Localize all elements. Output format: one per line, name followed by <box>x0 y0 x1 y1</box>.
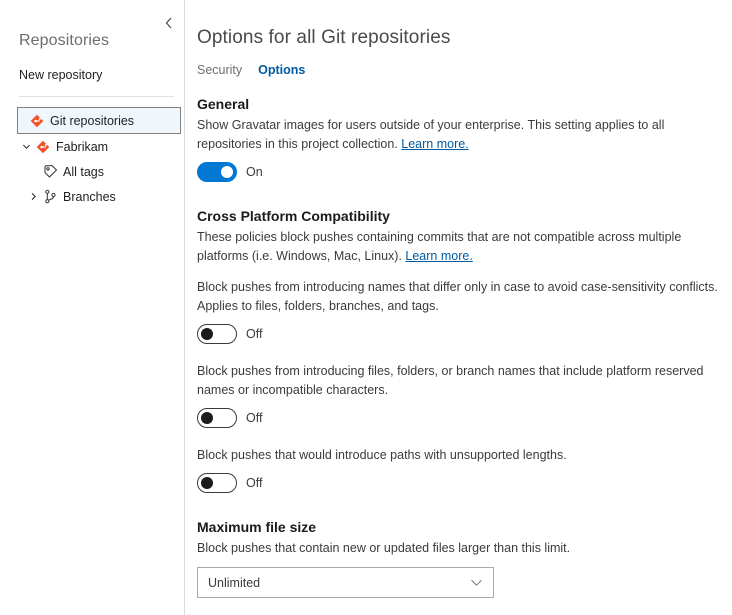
spacer <box>197 344 720 362</box>
chevron-right-icon[interactable] <box>26 192 40 201</box>
sidebar-item-label: Branches <box>60 190 116 204</box>
sidebar: Repositories New repository Git reposito… <box>0 0 185 615</box>
sidebar-item-label: Fabrikam <box>53 140 108 154</box>
cross-platform-description: These policies block pushes containing c… <box>197 228 719 266</box>
main-content: Options for all Git repositories Securit… <box>185 0 732 615</box>
general-learn-more-link[interactable]: Learn more. <box>401 137 468 151</box>
max-file-size-select-value: Unlimited <box>208 576 260 590</box>
policy-reserved-names-toggle-row: Off <box>197 408 720 428</box>
gravatar-toggle-row: On <box>197 162 720 182</box>
general-description: Show Gravatar images for users outside o… <box>197 116 719 154</box>
new-repository-link[interactable]: New repository <box>0 50 184 82</box>
section-heading-max-file-size: Maximum file size <box>197 519 720 535</box>
max-file-size-description: Block pushes that contain new or updated… <box>197 539 719 558</box>
toggle-knob <box>201 328 213 340</box>
git-repo-diamond-icon <box>33 140 53 154</box>
options-panel: General Show Gravatar images for users o… <box>185 79 732 598</box>
sidebar-item-all-tags[interactable]: All tags <box>0 159 184 184</box>
cross-platform-learn-more-link[interactable]: Learn more. <box>405 249 472 263</box>
spacer <box>197 266 720 278</box>
git-repo-diamond-icon <box>27 114 47 128</box>
max-file-size-select[interactable]: Unlimited <box>197 567 494 598</box>
policy-case-sensitivity-toggle[interactable] <box>197 324 237 344</box>
chevron-down-icon[interactable] <box>470 578 483 587</box>
policy-path-length-toggle-label: Off <box>246 476 262 490</box>
sidebar-title: Repositories <box>0 0 184 50</box>
section-heading-general: General <box>197 96 720 112</box>
sidebar-item-git-repositories[interactable]: Git repositories <box>17 107 181 134</box>
tab-bar: Security Options <box>185 49 732 79</box>
repository-tree: Git repositories Fabrikam <box>0 107 184 209</box>
policy-reserved-names-toggle[interactable] <box>197 408 237 428</box>
tab-security[interactable]: Security <box>197 63 242 79</box>
gravatar-toggle-label: On <box>246 165 263 179</box>
gravatar-toggle[interactable] <box>197 162 237 182</box>
toggle-knob <box>201 477 213 489</box>
sidebar-item-label: All tags <box>60 165 104 179</box>
spacer <box>197 493 720 519</box>
chevron-left-icon[interactable] <box>160 14 178 32</box>
toggle-knob <box>201 412 213 424</box>
sidebar-item-fabrikam[interactable]: Fabrikam <box>0 134 184 159</box>
page-title: Options for all Git repositories <box>185 0 732 49</box>
policy-reserved-names-toggle-label: Off <box>246 411 262 425</box>
section-heading-cross-platform: Cross Platform Compatibility <box>197 208 720 224</box>
toggle-knob <box>221 166 233 178</box>
chevron-down-icon[interactable] <box>19 142 33 151</box>
tag-icon <box>40 164 60 179</box>
policy-case-sensitivity-toggle-label: Off <box>246 327 262 341</box>
spacer <box>197 182 720 208</box>
policy-reserved-names-description: Block pushes from introducing files, fol… <box>197 362 712 400</box>
tab-options[interactable]: Options <box>258 63 305 79</box>
policy-case-sensitivity-toggle-row: Off <box>197 324 720 344</box>
branch-icon <box>40 189 60 204</box>
policy-path-length-toggle-row: Off <box>197 473 720 493</box>
sidebar-item-branches[interactable]: Branches <box>0 184 184 209</box>
spacer <box>197 428 720 446</box>
app-root: Repositories New repository Git reposito… <box>0 0 732 615</box>
policy-path-length-description: Block pushes that would introduce paths … <box>197 446 719 465</box>
policy-case-sensitivity-description: Block pushes from introducing names that… <box>197 278 720 316</box>
sidebar-item-label: Git repositories <box>47 114 134 128</box>
policy-path-length-toggle[interactable] <box>197 473 237 493</box>
sidebar-divider <box>19 96 174 97</box>
